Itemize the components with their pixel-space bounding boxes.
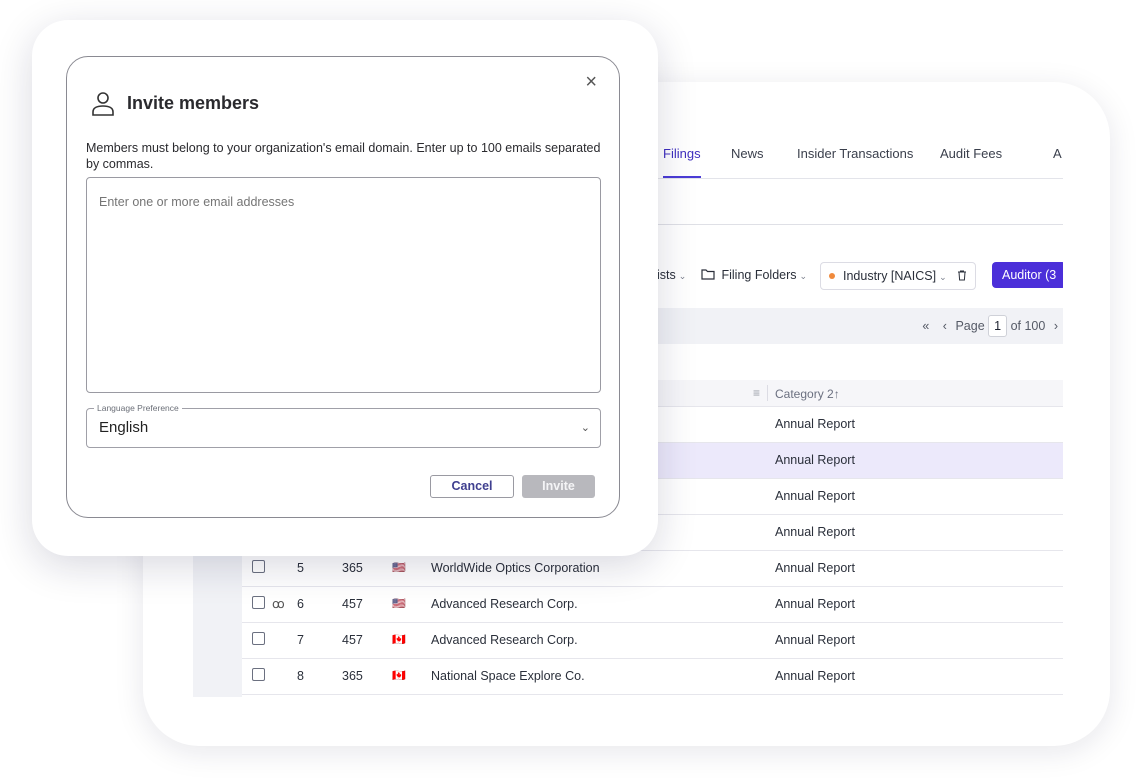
table-row[interactable]: 8 365 🇨🇦 National Space Explore Co. Annu… [242, 659, 1063, 695]
row-number: 8 [297, 669, 304, 683]
dialog-title: Invite members [127, 93, 260, 113]
industry-filter[interactable]: Industry [NAICS] ⌄ [820, 262, 977, 290]
category-cell: Annual Report [775, 417, 855, 431]
prev-page-button[interactable]: ‹ [943, 308, 947, 344]
tab-more[interactable]: A [1053, 140, 1062, 178]
auditor-filter[interactable]: Auditor (3 [992, 262, 1063, 288]
invite-members-dialog: × Invite members Members must belong to … [66, 56, 620, 518]
chevron-down-icon: ⌄ [580, 422, 590, 434]
modal-card: × Invite members Members must belong to … [32, 20, 658, 556]
table-row[interactable]: 5 365 🇺🇸 WorldWide Optics Corporation An… [242, 551, 1063, 587]
row-checkbox[interactable] [252, 632, 265, 645]
language-label: Language Preference [94, 403, 182, 413]
category-cell: Annual Report [775, 669, 855, 683]
table-row[interactable]: ꝏ 6 457 🇺🇸 Advanced Research Corp. Annua… [242, 587, 1063, 623]
row-number: 6 [297, 597, 304, 611]
row-id: 457 [342, 597, 363, 611]
invite-button[interactable]: Invite [522, 475, 595, 498]
close-icon[interactable]: × [585, 71, 597, 94]
folder-icon [701, 269, 715, 280]
row-id: 365 [342, 561, 363, 575]
column-menu-icon[interactable]: ≡ [753, 386, 760, 400]
page-total: of 100 [1010, 319, 1046, 333]
company-name[interactable]: Advanced Research Corp. [431, 623, 578, 658]
trash-icon[interactable] [957, 270, 967, 281]
tab-news[interactable]: News [731, 140, 764, 178]
row-checkbox[interactable] [252, 596, 265, 609]
status-dot [829, 273, 835, 279]
tab-audit-fees[interactable]: Audit Fees [940, 140, 1002, 178]
tab-filings[interactable]: Filings [663, 140, 701, 178]
category-cell: Annual Report [775, 597, 855, 611]
ca-flag-icon: 🇨🇦 [392, 634, 406, 646]
lists-filter[interactable]: ists ⌄ [657, 262, 686, 288]
tab-insider-transactions[interactable]: Insider Transactions [797, 140, 913, 178]
pager: « ‹ Page 1 of 100 › [917, 308, 1063, 344]
cancel-button[interactable]: Cancel [430, 475, 514, 498]
page-label: Page [955, 319, 985, 333]
row-number: 5 [297, 561, 304, 575]
category-cell: Annual Report [775, 489, 855, 503]
column-category-2[interactable]: Category 2↑ [775, 387, 840, 401]
row-id: 365 [342, 669, 363, 683]
first-page-button[interactable]: « [922, 308, 929, 344]
company-name[interactable]: WorldWide Optics Corporation [431, 551, 600, 586]
category-cell: Annual Report [775, 453, 855, 467]
filing-folders-filter[interactable]: Filing Folders ⌄ [701, 262, 807, 288]
row-number: 7 [297, 633, 304, 647]
page-number-input[interactable]: 1 [988, 315, 1008, 337]
us-flag-icon: 🇺🇸 [392, 562, 406, 574]
next-page-button[interactable]: › [1054, 308, 1058, 344]
email-input[interactable] [86, 177, 601, 393]
column-divider [767, 385, 768, 401]
dialog-description: Members must belong to your organization… [86, 141, 601, 171]
table-row[interactable]: 7 457 🇨🇦 Advanced Research Corp. Annual … [242, 623, 1063, 659]
category-cell: Annual Report [775, 633, 855, 647]
row-checkbox[interactable] [252, 668, 265, 681]
glasses-icon[interactable]: ꝏ [272, 587, 285, 622]
row-id: 457 [342, 633, 363, 647]
company-name[interactable]: National Space Explore Co. [431, 659, 585, 694]
category-cell: Annual Report [775, 561, 855, 575]
category-cell: Annual Report [775, 525, 855, 539]
ca-flag-icon: 🇨🇦 [392, 670, 406, 682]
company-name[interactable]: Advanced Research Corp. [431, 587, 578, 622]
us-flag-icon: 🇺🇸 [392, 598, 406, 610]
language-value: English [99, 419, 149, 436]
user-icon [92, 92, 114, 116]
language-select[interactable]: Language Preference English ⌄ [86, 403, 601, 448]
row-checkbox[interactable] [252, 560, 265, 573]
